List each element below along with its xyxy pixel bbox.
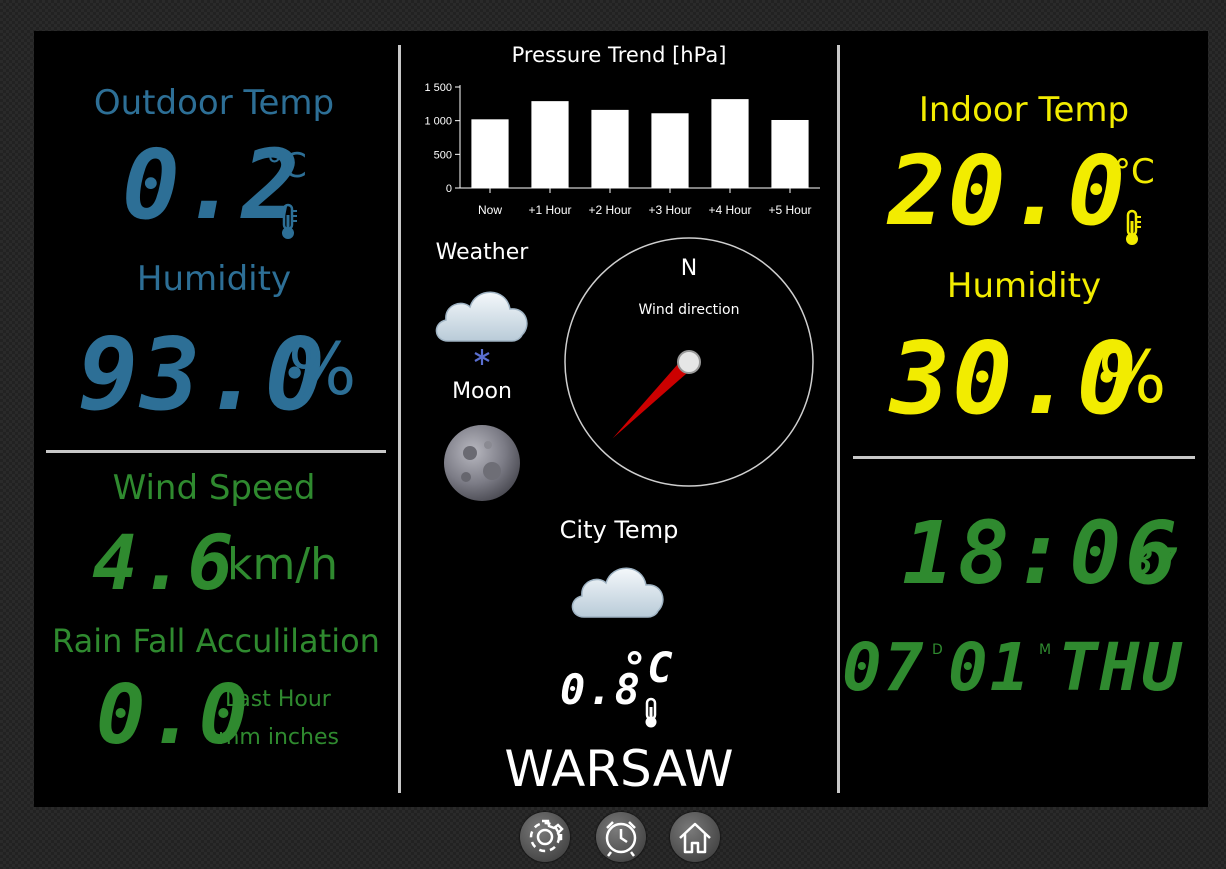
- pressure-bar: [531, 101, 569, 188]
- clock-seconds: 37: [1132, 542, 1180, 583]
- rainfall-units: mm inches: [218, 725, 339, 750]
- pressure-bar: [471, 119, 509, 188]
- pressure-bar: [771, 119, 809, 188]
- indoor-humidity-title: Humidity: [946, 266, 1102, 306]
- home-button[interactable]: [670, 812, 720, 862]
- city-name: WARSAW: [504, 740, 734, 798]
- settings-button[interactable]: [520, 812, 570, 862]
- gear-icon: [529, 819, 564, 853]
- x-tick-label: +2 Hour: [588, 203, 631, 217]
- x-tick-label: +1 Hour: [528, 203, 571, 217]
- indoor-temp-title: Indoor Temp: [918, 90, 1130, 130]
- date-weekday: THU: [1058, 629, 1184, 706]
- indoor-thermometer-icon: [1126, 209, 1141, 245]
- moon-label: Moon: [452, 379, 512, 404]
- x-tick-label: Now: [478, 203, 502, 217]
- cloud-icon: [571, 567, 664, 618]
- indoor-temp-unit: °C: [1114, 152, 1155, 192]
- rainfall-period: Last Hour: [225, 687, 331, 712]
- y-tick-label: 1 500: [424, 82, 452, 94]
- date-month-marker: M: [1039, 642, 1052, 658]
- city-temp-label: City Temp: [559, 516, 679, 544]
- indoor-humidity-unit: %: [1098, 335, 1167, 419]
- outdoor-temp-title: Outdoor Temp: [93, 83, 335, 123]
- pressure-bar: [651, 113, 689, 188]
- outdoor-temp-unit: °C: [266, 146, 307, 186]
- wind-speed-title: Wind Speed: [112, 468, 316, 508]
- y-tick-label: 0: [446, 183, 452, 195]
- y-tick-label: 500: [434, 149, 452, 161]
- date-day-marker: D: [932, 642, 943, 658]
- outdoor-humidity-title: Humidity: [136, 259, 292, 299]
- x-tick-label: +5 Hour: [768, 203, 811, 217]
- rainfall-title: Rain Fall Acculilation: [52, 622, 380, 660]
- pressure-bar: [591, 109, 629, 188]
- x-tick-label: +4 Hour: [708, 203, 751, 217]
- cloud-snow-icon: [435, 291, 528, 365]
- city-thermometer-icon: [645, 697, 657, 728]
- indoor-divider: [853, 456, 1195, 459]
- alarm-clock-icon: [605, 821, 637, 857]
- weather-label: Weather: [435, 240, 529, 265]
- date-day: 07: [842, 629, 926, 706]
- pressure-bar: [711, 99, 749, 188]
- wind-speed-unit: km/h: [227, 539, 339, 590]
- left-divider: [398, 45, 401, 793]
- right-divider: [837, 45, 840, 793]
- home-icon: [679, 822, 711, 854]
- compass-north-label: N: [680, 256, 698, 281]
- city-temp-unit: °C: [622, 643, 673, 692]
- wind-direction-label: Wind direction: [638, 302, 740, 318]
- y-tick-label: 1 000: [424, 116, 452, 128]
- moon-icon: [444, 425, 520, 501]
- thermometer-icon: [282, 203, 297, 239]
- date-month: 01: [948, 629, 1032, 706]
- pressure-chart: 0 500 1 000 1 500 Now +1 Hour +2 Hour +3 Hour +4…: [424, 82, 820, 217]
- x-tick-label: +3 Hour: [648, 203, 691, 217]
- wind-speed-value: 4.6: [92, 518, 236, 607]
- pressure-chart-title: Pressure Trend [hPa]: [511, 43, 727, 67]
- indoor-temp-value: 20.0: [888, 135, 1128, 247]
- outdoor-divider: [46, 450, 386, 453]
- alarm-button[interactable]: [596, 812, 646, 862]
- weather-station-screen: Outdoor Temp 0.2 °C Humidity 93.0 % Wind…: [34, 31, 1208, 807]
- outdoor-humidity-unit: %: [288, 327, 357, 411]
